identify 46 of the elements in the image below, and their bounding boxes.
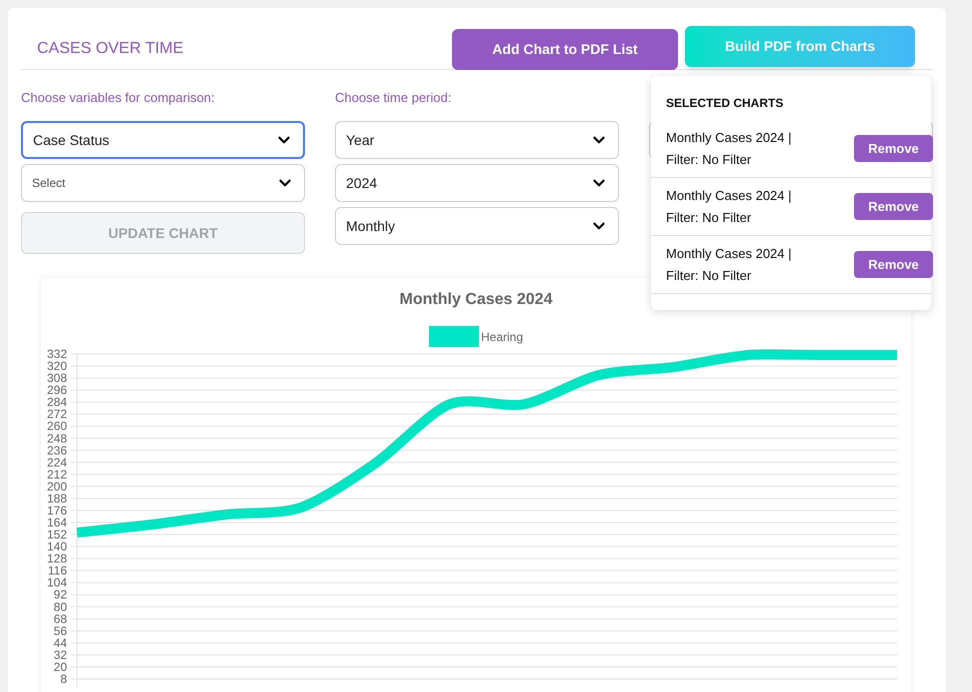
axis-tick-label: 116: [48, 564, 67, 578]
field-label: Choose variables for comparison:: [21, 89, 216, 107]
chart-entry-label: Monthly Cases 2024 | Filter: No Filter: [666, 128, 792, 168]
page-title: CASES OVER TIME: [36, 39, 184, 59]
select-field[interactable]: Case Status: [21, 121, 305, 159]
chart-entry-label: Monthly Cases 2024 | Filter: No Filter: [666, 244, 792, 284]
axis-tick-label: 152: [46, 528, 67, 542]
remove-button[interactable]: Remove: [854, 135, 933, 162]
axis-tick-label: 92: [54, 588, 67, 602]
axis-tick-label: 236: [46, 443, 67, 458]
chart-title: Monthly Cases 2024: [400, 290, 552, 310]
axis-tick-label: 320: [46, 359, 67, 374]
axis-tick-label: 128: [46, 552, 67, 566]
select-field[interactable]: Select: [21, 164, 305, 202]
remove-button[interactable]: Remove: [854, 251, 933, 278]
axis-tick-label: 248: [46, 431, 67, 446]
axis-tick-label: 164: [46, 516, 67, 530]
axis-tick-label: 140: [46, 540, 67, 554]
axis-tick-label: 308: [46, 371, 67, 386]
select-field[interactable]: Monthly: [335, 207, 619, 245]
axis-tick-label: 200: [46, 479, 67, 494]
axis-tick-label: 272: [46, 407, 67, 422]
axis-tick-label: 44: [54, 636, 67, 650]
axis-tick-label: 56: [54, 624, 67, 638]
select-field[interactable]: 2024: [335, 164, 619, 202]
select-field[interactable]: Year: [335, 121, 619, 159]
axis-tick-label: 176: [46, 503, 67, 518]
axis-tick-label: 212: [46, 467, 67, 482]
axis-tick-label: 68: [54, 612, 67, 626]
axis-tick-label: 104: [46, 576, 67, 590]
axis-tick-label: 284: [46, 395, 67, 410]
axis-tick-label: 188: [46, 491, 67, 506]
toolbar-button[interactable]: Add Chart to PDF List: [452, 29, 678, 70]
field-label: Choose time period:: [335, 89, 452, 107]
chart-entry-label: Monthly Cases 2024 | Filter: No Filter: [666, 186, 792, 226]
remove-button[interactable]: Remove: [854, 193, 933, 220]
popup-title: SELECTED CHARTS: [666, 96, 784, 110]
axis-tick-label: 224: [46, 455, 67, 470]
axis-tick-label: 332: [46, 347, 67, 361]
legend-label: Hearing: [480, 328, 524, 346]
axis-tick-label: 8: [60, 672, 67, 686]
axis-tick-label: 260: [46, 419, 67, 434]
axis-tick-label: 32: [54, 648, 67, 662]
axis-tick-label: 80: [54, 600, 67, 614]
axis-tick-label: 296: [46, 383, 67, 398]
axis-tick-label: 20: [54, 660, 67, 674]
